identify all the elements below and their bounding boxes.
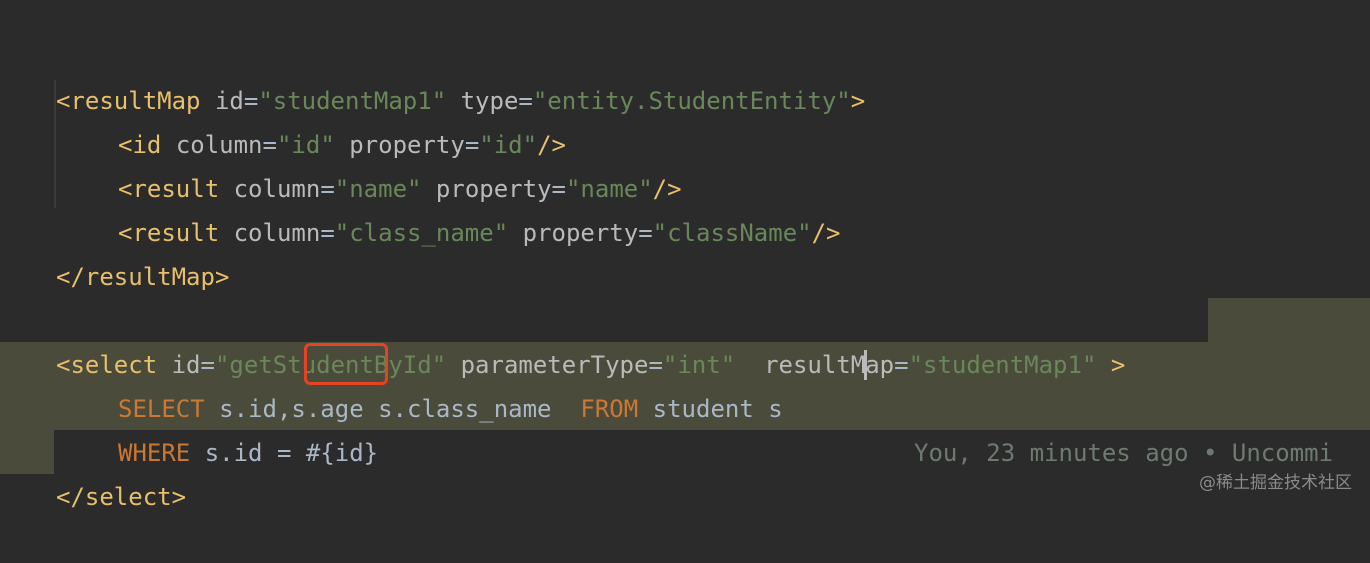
sql-keyword-select: SELECT [118,395,205,423]
xml-tag-close: > [850,87,866,115]
text-cursor [864,350,867,380]
xml-tag: <select [56,351,158,379]
sql-column-highlighted: s.age [291,395,364,423]
xml-close-tag: </resultMap> [56,263,230,291]
sql-column: s.class_name [378,395,552,423]
watermark: @稀土掘金技术社区 [1199,473,1352,493]
xml-value: "id" [276,131,335,159]
xml-value: "className" [652,219,812,247]
xml-attr: id [214,87,244,115]
xml-value: "studentMap1" [908,351,1097,379]
xml-tag-close: > [1110,351,1126,379]
code-line[interactable]: SELECT s.id,s.age s.class_name FROM stud… [0,343,1333,467]
xml-attr: property [435,175,552,203]
xml-attr: column [175,131,263,159]
code-line[interactable]: </select> [0,431,186,511]
xml-attr: column [233,175,321,203]
xml-value: "id" [479,131,538,159]
xml-tag: <resultMap [56,87,201,115]
xml-tag: <result [118,219,220,247]
xml-attr: column [233,219,321,247]
xml-attr: type [460,87,519,115]
sql-keyword-where: WHERE [118,439,191,467]
xml-attr: resultMap [764,351,895,379]
xml-close-tag: </select> [56,483,187,511]
code-line[interactable]: <resultMap id="studentMap1" type="entity… [0,35,865,115]
annotation-highlight-box [304,343,388,385]
xml-value: "class_name" [334,219,509,247]
xml-tag: <result [118,175,220,203]
xml-value: "studentMap1" [258,87,447,115]
sql-condition: s.id = #{id} [204,439,379,467]
xml-attr: property [522,219,639,247]
xml-value: "entity.StudentEntity" [532,87,851,115]
xml-value: "int" [662,351,736,379]
xml-tag: <id [118,131,162,159]
code-line[interactable]: WHERE s.id = #{id} [0,387,378,467]
xml-tag-close: /> [537,131,566,159]
code-line[interactable]: <id column="id" property="id"/> [0,79,566,159]
code-line[interactable]: </resultMap> [0,211,229,291]
xml-tag-close: /> [811,219,841,247]
xml-tag-close: /> [652,175,682,203]
sql-column: s.id, [219,395,292,423]
selection-highlight [1208,298,1370,342]
xml-attr: property [349,131,465,159]
xml-attr: id [171,351,201,379]
code-line[interactable]: <result column="name" property="name"/> [0,123,682,203]
sql-keyword-from: FROM [580,395,639,423]
xml-value: "name" [565,175,653,203]
xml-value: "name" [334,175,422,203]
sql-table: student s [652,395,783,423]
code-editor[interactable]: <resultMap id="studentMap1" type="entity… [0,0,1370,511]
code-line[interactable]: <select id="getStudentById" parameterTyp… [0,299,1125,379]
xml-attr: parameterType [460,351,649,379]
code-line[interactable]: <result column="class_name" property="cl… [0,167,841,247]
